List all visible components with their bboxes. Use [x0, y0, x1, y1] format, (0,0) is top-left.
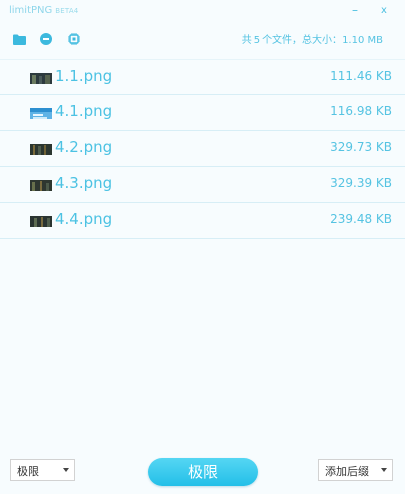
minus-circle-icon[interactable]	[38, 31, 54, 47]
file-thumbnail	[30, 178, 52, 191]
total-size: 1.10 MB	[342, 35, 383, 46]
file-count: 5	[253, 35, 261, 46]
chevron-down-icon	[63, 468, 69, 472]
summary-middle: 个文件，总大小：	[262, 35, 343, 46]
file-list: 1.1.png 111.46 KB 4.1.png 116.98 KB 4.2.…	[0, 59, 405, 239]
file-size: 329.39 KB	[330, 176, 392, 190]
file-row[interactable]: 4.2.png 329.73 KB	[0, 131, 405, 167]
app-title: limitPNG BETA4	[9, 5, 78, 16]
file-name: 4.3.png	[55, 174, 113, 192]
summary-text: 共 5 个文件，总大小：1.10 MB	[242, 31, 383, 46]
file-name: 1.1.png	[55, 67, 113, 85]
file-size: 329.73 KB	[330, 140, 392, 154]
file-thumbnail	[30, 106, 52, 119]
minimize-button[interactable]: –	[352, 2, 358, 18]
chevron-down-icon	[381, 468, 387, 472]
mode-select[interactable]: 极限	[10, 459, 75, 481]
file-thumbnail	[30, 214, 52, 227]
app-name: limitPNG	[9, 5, 53, 16]
file-size: 116.98 KB	[330, 104, 392, 118]
bottom-bar: 极限 极限 添加后缀	[0, 455, 405, 489]
file-size: 239.48 KB	[330, 212, 392, 226]
file-row[interactable]: 1.1.png 111.46 KB	[0, 59, 405, 95]
file-row[interactable]: 4.1.png 116.98 KB	[0, 95, 405, 131]
file-size: 111.46 KB	[330, 69, 392, 83]
close-button[interactable]: x	[381, 3, 387, 19]
file-name: 4.1.png	[55, 102, 113, 120]
compress-button[interactable]: 极限	[148, 458, 258, 486]
file-name: 4.2.png	[55, 138, 113, 156]
suffix-select[interactable]: 添加后缀	[318, 459, 393, 481]
folder-icon[interactable]	[11, 31, 27, 47]
app-version-badge: BETA4	[55, 7, 79, 15]
file-thumbnail	[30, 71, 52, 84]
file-name: 4.4.png	[55, 210, 113, 228]
file-row[interactable]: 4.4.png 239.48 KB	[0, 203, 405, 239]
suffix-select-value: 添加后缀	[325, 465, 369, 478]
mode-select-value: 极限	[17, 465, 39, 478]
summary-prefix: 共	[241, 35, 252, 46]
title-bar: limitPNG BETA4 – x	[0, 0, 405, 22]
file-row[interactable]: 4.3.png 329.39 KB	[0, 167, 405, 203]
toolbar: 共 5 个文件，总大小：1.10 MB	[0, 28, 405, 50]
chip-icon[interactable]	[66, 31, 82, 47]
file-thumbnail	[30, 142, 52, 155]
